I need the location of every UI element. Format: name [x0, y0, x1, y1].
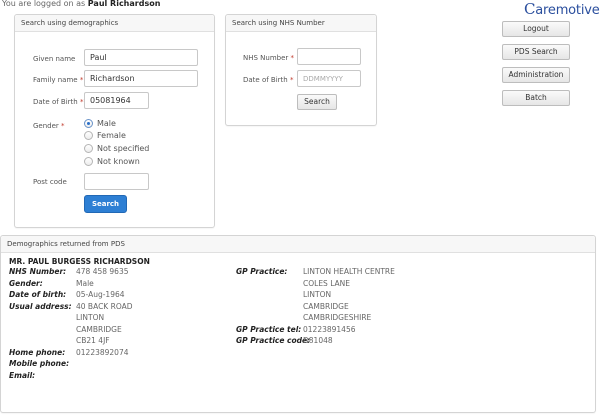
dob-field[interactable]: 05081964 — [84, 92, 149, 109]
session-info: You are logged on as Paul Richardson — [2, 0, 160, 9]
family-name-field[interactable]: Richardson — [84, 70, 198, 87]
session-prefix: You are logged on as — [2, 0, 86, 8]
email-label: Email: — [9, 371, 36, 380]
address-result-label: Usual address: — [9, 302, 72, 311]
mobile-phone-label: Mobile phone: — [9, 359, 70, 368]
pds-search-button[interactable]: PDS Search — [502, 44, 570, 60]
gender-option-female[interactable]: Female — [84, 129, 126, 141]
results-panel-title: Demographics returned from PDS — [1, 236, 595, 253]
gp-code-result: D81048 — [303, 336, 333, 345]
nhs-number-field[interactable] — [297, 48, 361, 65]
radio-male[interactable] — [84, 118, 93, 128]
gp-practice-line: CAMBRIDGE — [303, 302, 349, 311]
nhs-dob-field[interactable]: DDMMYYYY — [297, 70, 361, 87]
patient-name: MR. PAUL BURGESS RICHARDSON — [9, 257, 150, 266]
gp-tel-label: GP Practice tel: — [236, 325, 302, 334]
gender-option-label: Female — [97, 130, 126, 140]
home-phone-label: Home phone: — [9, 348, 66, 357]
radio-not-known[interactable] — [84, 156, 93, 166]
gp-practice-label: GP Practice: — [236, 267, 288, 276]
demographics-panel-title: Search using demographics — [15, 15, 214, 32]
gp-tel-result: 01223891456 — [303, 325, 356, 334]
gender-option-label: Male — [97, 118, 116, 128]
gender-option-not-known[interactable]: Not known — [84, 155, 140, 167]
radio-female[interactable] — [84, 130, 93, 140]
address-line: 40 BACK ROAD — [76, 302, 133, 311]
nhs-search-button[interactable]: Search — [297, 94, 337, 110]
gp-code-label: GP Practice code: — [236, 336, 311, 345]
nhs-panel-title: Search using NHS Number — [226, 15, 376, 32]
gender-result: Male — [76, 279, 94, 288]
logo-rest: aremotive — [535, 3, 600, 18]
gender-option-label: Not specified — [97, 143, 150, 153]
gp-practice-line: COLES LANE — [303, 279, 351, 288]
nhs-search-panel: Search using NHS Number NHS Number * Dat… — [225, 14, 377, 126]
gender-option-label: Not known — [97, 156, 140, 166]
postcode-field[interactable] — [84, 173, 149, 190]
given-name-label: Given name — [33, 55, 76, 63]
gender-label: Gender * — [33, 122, 65, 130]
address-line: CB21 4JF — [76, 336, 110, 345]
nhs-number-result-label: NHS Number: — [9, 267, 67, 276]
logo-c: C — [524, 0, 536, 18]
address-line: LINTON — [76, 313, 105, 322]
batch-button[interactable]: Batch — [502, 90, 570, 106]
gp-practice-line: LINTON HEALTH CENTRE — [303, 267, 395, 276]
nhs-dob-label: Date of Birth * — [243, 76, 294, 84]
dob-result: 05-Aug-1964 — [76, 290, 125, 299]
given-name-field[interactable]: Paul — [84, 49, 198, 66]
gender-option-male[interactable]: Male — [84, 117, 116, 129]
logout-button[interactable]: Logout — [502, 21, 570, 37]
gp-practice-line: LINTON — [303, 290, 332, 299]
demographics-search-panel: Search using demographics Given name Pau… — [14, 14, 215, 228]
administration-button[interactable]: Administration — [502, 67, 570, 83]
radio-not-specified[interactable] — [84, 143, 93, 153]
nhs-number-result: 478 458 9635 — [76, 267, 129, 276]
family-name-label: Family name * — [33, 76, 84, 84]
gender-option-not-specified[interactable]: Not specified — [84, 142, 149, 154]
caremotive-logo: Caremotive — [524, 0, 600, 18]
address-line: CAMBRIDGE — [76, 325, 122, 334]
dob-result-label: Date of birth: — [9, 290, 67, 299]
gender-result-label: Gender: — [9, 279, 43, 288]
nhs-number-label: NHS Number * — [243, 54, 295, 62]
postcode-label: Post code — [33, 178, 67, 186]
home-phone-result: 01223892074 — [76, 348, 129, 357]
gp-practice-line: CAMBRIDGESHIRE — [303, 313, 372, 322]
demographics-search-button[interactable]: Search — [84, 195, 127, 213]
pds-results-panel: Demographics returned from PDS MR. PAUL … — [0, 235, 596, 413]
dob-label: Date of Birth * — [33, 98, 84, 106]
session-user: Paul Richardson — [87, 0, 161, 8]
